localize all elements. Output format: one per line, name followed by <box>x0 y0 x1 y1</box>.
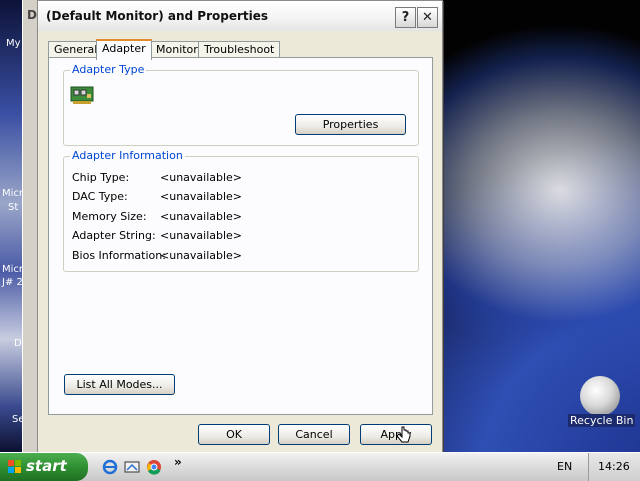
properties-dialog: (Default Monitor) and Properties ? ✕ Gen… <box>37 0 443 454</box>
recycle-bin-icon[interactable] <box>580 376 620 416</box>
dac-type-value: <unavailable> <box>160 190 243 203</box>
tab-adapter[interactable]: Adapter <box>96 39 152 60</box>
memory-size-value: <unavailable> <box>160 210 243 223</box>
adapter-card-icon <box>70 86 94 104</box>
start-label: start <box>26 457 67 475</box>
bios-information-label: Bios Information: <box>72 249 166 262</box>
adapter-tab-panel: Adapter Type Properties Adapter Informat… <box>48 57 433 415</box>
ok-button[interactable]: OK <box>198 424 270 445</box>
recycle-bin-label[interactable]: Recycle Bin <box>568 414 636 427</box>
dialog-titlebar[interactable]: (Default Monitor) and Properties ? ✕ <box>38 1 442 31</box>
tab-troubleshoot[interactable]: Troubleshoot <box>198 41 281 58</box>
adapter-properties-button[interactable]: Properties <box>295 114 406 135</box>
mouse-cursor-icon <box>396 426 411 443</box>
adapter-information-label: Adapter Information <box>70 149 185 162</box>
chrome-icon[interactable] <box>146 459 162 475</box>
desktop-icon-label[interactable]: Micr <box>2 264 23 275</box>
desktop-icon-label[interactable]: J# 2 <box>2 277 23 288</box>
desktop-icon-label[interactable]: St <box>8 202 18 213</box>
chip-type-label: Chip Type: <box>72 171 130 184</box>
taskbar: start » EN 14:26 <box>0 452 640 481</box>
adapter-type-label: Adapter Type <box>70 63 147 76</box>
adapter-information-group: Adapter Information Chip Type: <unavaila… <box>63 149 419 272</box>
desktop-icon-label[interactable]: My <box>6 38 21 49</box>
memory-size-label: Memory Size: <box>72 210 147 223</box>
start-button[interactable]: start <box>0 453 88 481</box>
desktop-icon-label[interactable]: D <box>14 338 22 349</box>
chip-type-value: <unavailable> <box>160 171 243 184</box>
ie-icon[interactable] <box>102 459 118 475</box>
clock[interactable]: 14:26 <box>598 460 630 473</box>
bios-information-value: <unavailable> <box>160 249 243 262</box>
help-button[interactable]: ? <box>395 7 416 28</box>
adapter-string-label: Adapter String: <box>72 229 156 242</box>
windows-logo-icon <box>8 460 21 473</box>
dialog-title: (Default Monitor) and Properties <box>46 9 269 23</box>
close-button[interactable]: ✕ <box>417 7 438 28</box>
language-indicator[interactable]: EN <box>557 460 572 473</box>
cancel-button[interactable]: Cancel <box>278 424 350 445</box>
desktop-icon[interactable] <box>124 459 140 475</box>
quick-launch-overflow[interactable]: » <box>174 455 182 469</box>
adapter-type-group: Adapter Type Properties <box>63 63 419 146</box>
adapter-string-value: <unavailable> <box>160 229 243 242</box>
list-all-modes-button[interactable]: List All Modes... <box>64 374 175 395</box>
desktop-icon-label[interactable]: Micr <box>2 188 23 199</box>
background-window-title: D <box>27 8 37 22</box>
tab-monitor[interactable]: Monitor <box>150 41 204 58</box>
dac-type-label: DAC Type: <box>72 190 128 203</box>
